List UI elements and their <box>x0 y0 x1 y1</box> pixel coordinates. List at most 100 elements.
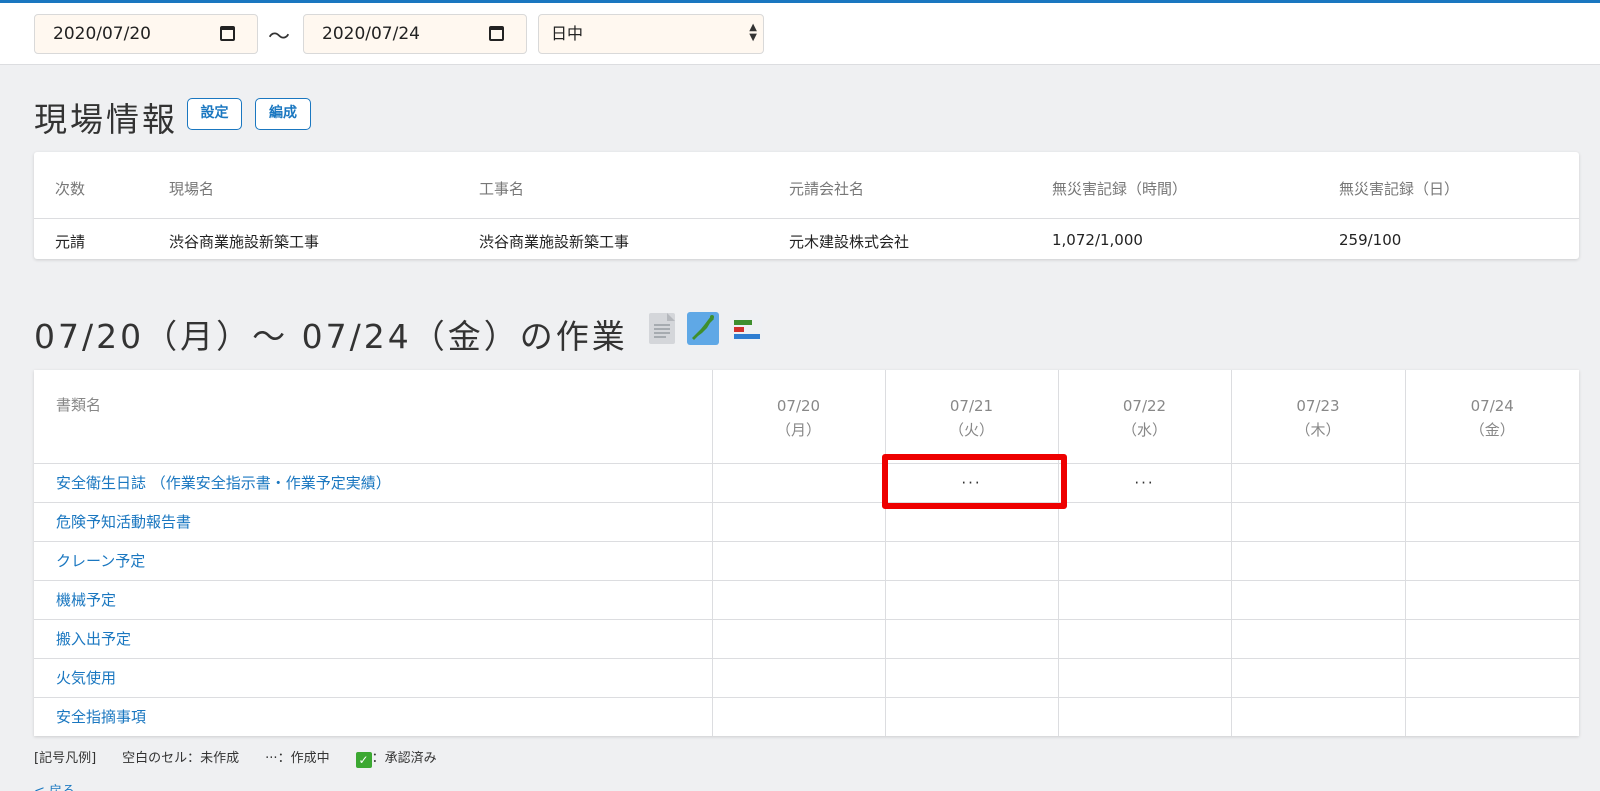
status-cell[interactable] <box>711 462 886 503</box>
legend-in-progress: ···：作成中 <box>265 751 330 766</box>
select-arrows-icon: ▲ ▼ <box>749 22 757 43</box>
column-header: 元請会社名 <box>789 180 865 198</box>
status-cell[interactable] <box>1404 579 1579 620</box>
table-cell: 元木建設株式会社 <box>789 233 910 251</box>
bar-chart-icon[interactable] <box>731 312 763 345</box>
status-cell[interactable] <box>1057 618 1232 659</box>
document-icon[interactable] <box>646 312 678 345</box>
status-cell[interactable] <box>711 657 886 698</box>
table-row: クレーン予定 <box>34 540 1579 581</box>
day-header: 07/22 （水） <box>1057 370 1232 464</box>
status-cell[interactable] <box>1230 501 1406 542</box>
site-info-header: 次数 現場名 工事名 元請会社名 無災害記録（時間） 無災害記録（日） <box>34 152 1579 219</box>
day-date: 07/24 <box>1470 397 1514 415</box>
status-cell[interactable] <box>884 618 1059 659</box>
shift-select-value: 日中 <box>551 24 584 43</box>
check-icon: ✓ <box>355 752 372 768</box>
table-row: 機械予定 <box>34 579 1579 620</box>
table-row: 火気使用 <box>34 657 1579 698</box>
table-cell: 元請 <box>55 233 86 251</box>
day-weekday: （水） <box>1121 421 1167 439</box>
status-cell[interactable] <box>1404 618 1579 659</box>
work-documents-table: 書類名 07/20 （月） 07/21 （火） 07/22 （水） 07/23 （木） … <box>34 370 1579 736</box>
start-date-input[interactable]: 2020/07/20 <box>34 14 258 54</box>
status-cell[interactable] <box>1230 462 1406 503</box>
legend: [記号凡例] 空白のセル：未作成 ···：作成中 ✓ ：承認済み <box>34 747 463 768</box>
status-cell[interactable] <box>1404 462 1579 503</box>
status-cell[interactable] <box>884 540 1059 581</box>
status-cell[interactable] <box>1057 579 1232 620</box>
filter-bar: 2020/07/20 〜 2020/07/24 日中 ▲ ▼ <box>0 3 1600 65</box>
end-date-input[interactable]: 2020/07/24 <box>303 14 527 54</box>
calendar-icon[interactable] <box>489 26 504 41</box>
document-link[interactable]: 安全指摘事項 <box>34 696 713 736</box>
settings-button[interactable]: 設定 <box>187 98 242 130</box>
status-cell[interactable] <box>1057 657 1232 698</box>
document-name-header: 書類名 <box>34 370 713 464</box>
status-cell[interactable] <box>711 540 886 581</box>
status-cell[interactable] <box>1230 618 1406 659</box>
day-header: 07/21 （火） <box>884 370 1059 464</box>
document-link[interactable]: 機械予定 <box>34 579 713 620</box>
status-cell[interactable] <box>711 696 886 736</box>
document-link[interactable]: 安全衛生日誌 （作業安全指示書・作業予定実績） <box>34 462 713 503</box>
day-weekday: （火） <box>948 421 994 439</box>
column-header: 工事名 <box>479 180 525 198</box>
status-cell[interactable] <box>884 696 1059 736</box>
table-row: 搬入出予定 <box>34 618 1579 659</box>
edit-button[interactable]: 編成 <box>255 98 311 130</box>
day-date: 07/23 <box>1296 397 1340 415</box>
status-cell[interactable] <box>1230 657 1406 698</box>
status-cell[interactable] <box>1057 501 1232 542</box>
day-weekday: （月） <box>775 421 821 439</box>
legend-empty: 空白のセル：未作成 <box>122 751 240 766</box>
start-date-value: 2020/07/20 <box>53 24 151 44</box>
calendar-icon[interactable] <box>220 26 235 41</box>
status-cell[interactable] <box>1404 501 1579 542</box>
column-header: 無災害記録（時間） <box>1052 180 1188 198</box>
legend-label: [記号凡例] <box>34 751 97 766</box>
japan-map-icon[interactable] <box>687 312 719 345</box>
table-row: 安全衛生日誌 （作業安全指示書・作業予定実績） ··· ··· <box>34 462 1579 503</box>
table-cell: 1,072/1,000 <box>1052 231 1143 249</box>
day-header: 07/24 （金） <box>1404 370 1579 464</box>
status-cell[interactable] <box>711 579 886 620</box>
day-weekday: （木） <box>1295 421 1341 439</box>
status-cell[interactable] <box>1230 696 1406 736</box>
day-date: 07/21 <box>949 397 994 415</box>
day-header: 07/23 （木） <box>1230 370 1406 464</box>
site-info-row: 元請 渋谷商業施設新築工事 渋谷商業施設新築工事 元木建設株式会社 1,072/… <box>34 219 1579 260</box>
day-date: 07/22 <box>1122 397 1167 415</box>
status-cell[interactable] <box>884 579 1059 620</box>
work-title: 07/20（月）〜 07/24（金）の作業 <box>34 317 628 356</box>
status-cell[interactable] <box>1057 696 1232 736</box>
status-cell[interactable] <box>1404 696 1579 736</box>
document-link[interactable]: 火気使用 <box>34 657 713 698</box>
legend-approved: ：承認済み <box>371 751 437 766</box>
table-header-row: 書類名 07/20 （月） 07/21 （火） 07/22 （水） 07/23 （木） … <box>34 370 1579 464</box>
document-link[interactable]: 危険予知活動報告書 <box>34 501 713 542</box>
column-header: 現場名 <box>169 180 215 198</box>
status-cell[interactable] <box>1057 540 1232 581</box>
day-weekday: （金） <box>1469 421 1515 439</box>
range-separator: 〜 <box>268 25 291 50</box>
document-link[interactable]: 搬入出予定 <box>34 618 713 659</box>
status-cell[interactable] <box>1230 540 1406 581</box>
document-link[interactable]: クレーン予定 <box>34 540 713 581</box>
status-cell[interactable] <box>711 501 886 542</box>
status-cell[interactable] <box>1230 579 1406 620</box>
day-date: 07/20 <box>776 397 821 415</box>
status-cell[interactable] <box>711 618 886 659</box>
back-link[interactable]: < 戻る <box>34 780 75 791</box>
status-cell[interactable] <box>884 657 1059 698</box>
table-cell: 渋谷商業施設新築工事 <box>169 233 320 251</box>
site-info-title: 現場情報 <box>34 100 178 139</box>
status-cell[interactable]: ··· <box>1057 462 1232 503</box>
status-cell[interactable] <box>1404 540 1579 581</box>
shift-select[interactable]: 日中 ▲ ▼ <box>538 14 764 54</box>
highlight-box <box>882 454 1067 509</box>
site-info-table: 次数 現場名 工事名 元請会社名 無災害記録（時間） 無災害記録（日） 元請 渋… <box>34 152 1579 259</box>
table-row: 安全指摘事項 <box>34 696 1579 736</box>
table-cell: 259/100 <box>1339 231 1402 249</box>
status-cell[interactable] <box>1404 657 1579 698</box>
